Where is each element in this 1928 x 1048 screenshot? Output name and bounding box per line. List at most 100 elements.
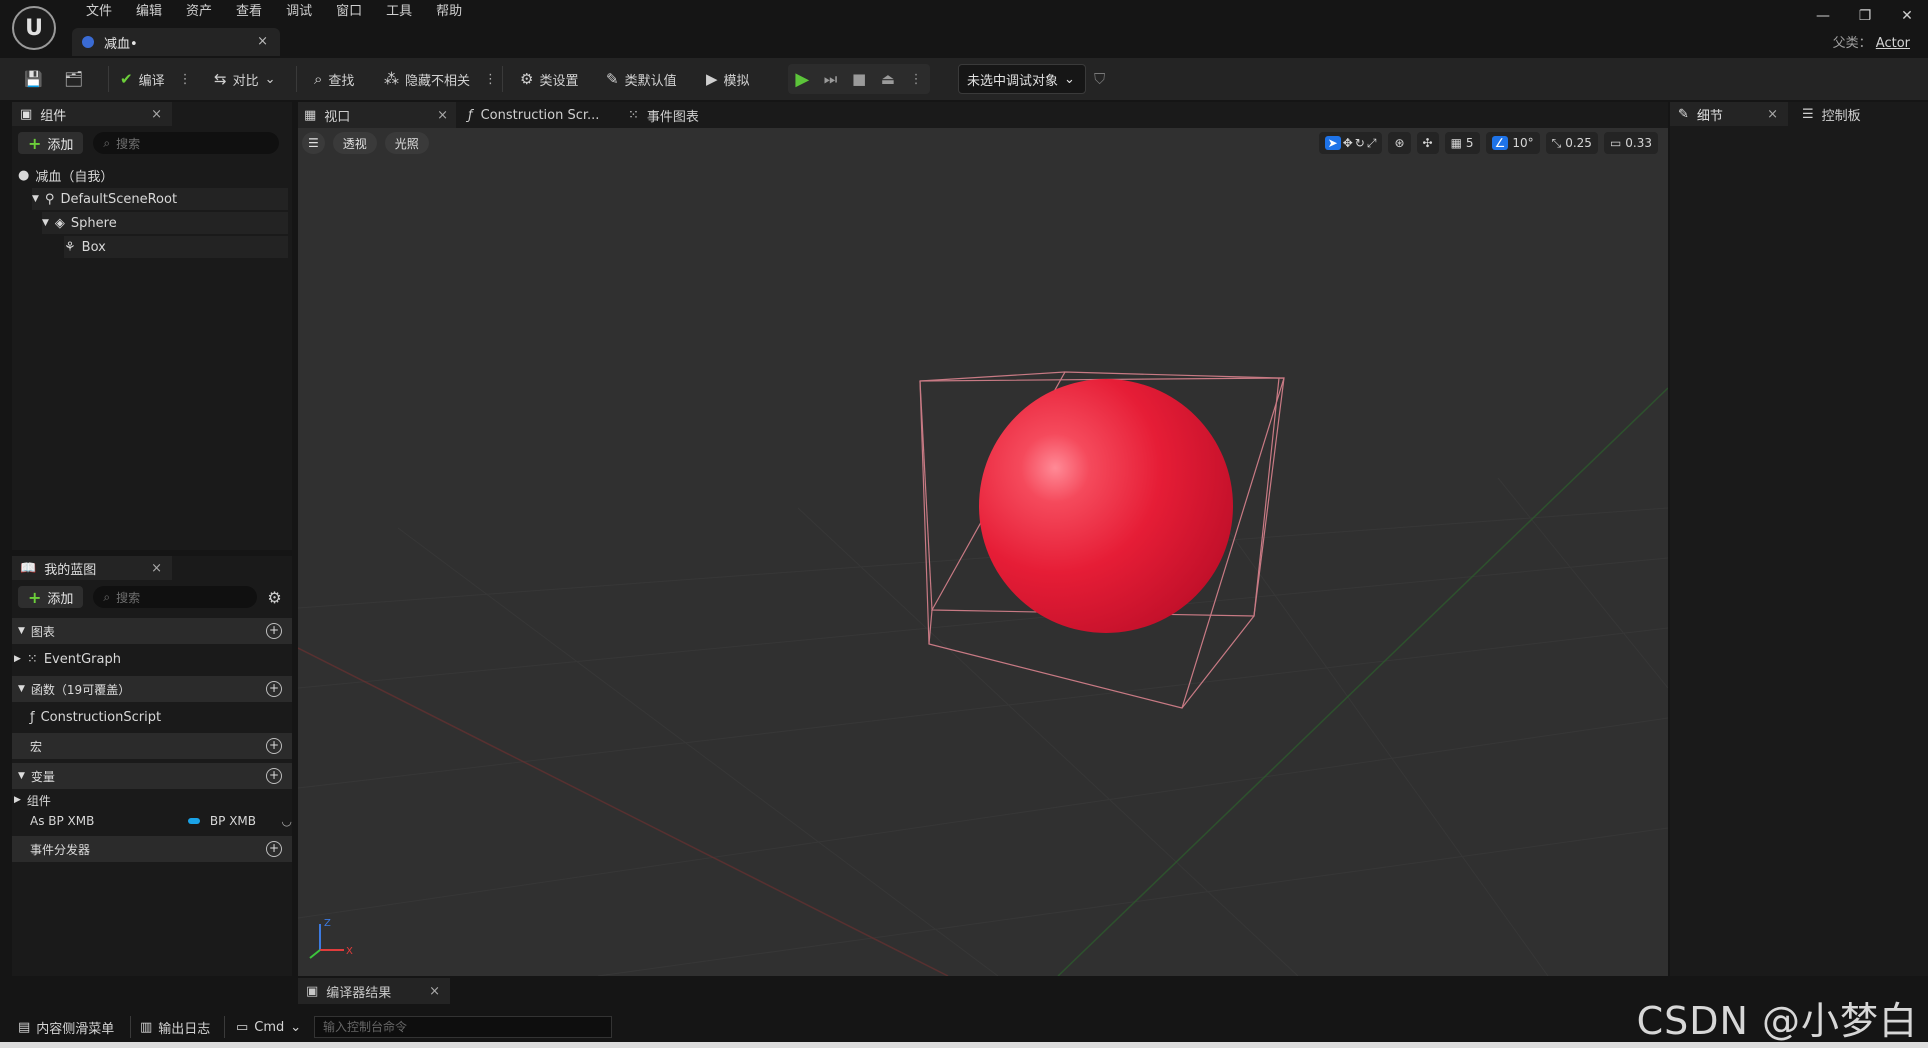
lit-button[interactable]: 光照 — [384, 132, 429, 154]
list-item-variable[interactable]: As BP XMB BP XMB ◡ — [30, 810, 292, 832]
add-graph-icon[interactable]: + — [266, 623, 282, 639]
list-item-event-graph[interactable]: ▶ ⁙ EventGraph — [14, 648, 121, 670]
eject-icon[interactable]: ⏏ — [881, 70, 895, 88]
play-options-icon[interactable]: ⋮ — [910, 72, 923, 87]
close-panel-icon[interactable]: × — [151, 561, 162, 576]
add-macro-icon[interactable]: + — [266, 738, 282, 754]
sphere-mesh[interactable] — [979, 379, 1233, 633]
viewport[interactable]: Z X ☰ 透视 光照 ➤ ✥ ↻ ⤢ ⊛ ✣ ▦ 5 ∠ 10° ⤡ 0.25… — [298, 128, 1668, 976]
close-panel-icon[interactable]: × — [151, 107, 162, 122]
scale-snap-button[interactable]: ⤡ 0.25 — [1545, 132, 1598, 154]
tree-item-label: Box — [81, 239, 106, 255]
chevron-right-icon: ▶ — [14, 654, 21, 664]
tree-item-self[interactable]: ● 减血（自我） — [18, 164, 113, 186]
gear-icon: ⚙ — [520, 70, 534, 88]
close-tab-icon[interactable]: × — [1767, 107, 1778, 122]
tab-construction-script[interactable]: ƒ Construction Scr... — [468, 102, 599, 128]
parent-class-link[interactable]: Actor — [1876, 36, 1910, 51]
class-defaults-button[interactable]: ✎ 类默认值 — [606, 66, 677, 92]
minimize-button[interactable]: — — [1802, 0, 1844, 32]
book-icon: 📖 — [20, 560, 37, 576]
stop-icon[interactable]: ■ — [852, 70, 866, 88]
add-member-button[interactable]: + 添加 — [18, 586, 84, 608]
move-icon[interactable]: ✥ — [1343, 136, 1353, 150]
tab-palette[interactable]: ☰ 控制板 — [1802, 102, 1861, 126]
close-tab-icon[interactable]: × — [437, 108, 448, 123]
tree-item-box[interactable]: ⚘ Box — [64, 236, 288, 258]
menu-view[interactable]: 查看 — [224, 2, 274, 22]
actor-icon: ● — [18, 167, 30, 183]
world-local-button[interactable]: ⊛ — [1388, 132, 1411, 154]
camera-speed-button[interactable]: ▭ 0.33 — [1603, 132, 1658, 154]
rotation-snap-button[interactable]: ∠ 10° — [1485, 132, 1540, 154]
list-item-construction-script[interactable]: ƒ ConstructionScript — [30, 706, 161, 728]
surface-snap-button[interactable]: ✣ — [1416, 132, 1439, 154]
tab-details[interactable]: ✎ 细节 × — [1670, 102, 1788, 126]
tab-compiler-results[interactable]: ▣ 编译器结果 × — [298, 978, 450, 1004]
section-variables[interactable]: ▼ 变量 + — [12, 763, 292, 789]
menu-window[interactable]: 窗口 — [324, 2, 374, 22]
section-dispatchers[interactable]: 事件分发器 + — [12, 836, 292, 862]
select-icon[interactable]: ➤ — [1324, 136, 1341, 150]
close-window-button[interactable]: ✕ — [1886, 0, 1928, 32]
perspective-button[interactable]: 透视 — [332, 132, 377, 154]
cmd-select[interactable]: ▭ Cmd ⌄ — [236, 1016, 301, 1038]
blueprint-search-input[interactable]: ⌕ 搜索 — [93, 586, 258, 608]
menu-asset[interactable]: 资产 — [174, 2, 224, 22]
add-function-icon[interactable]: + — [266, 681, 282, 697]
hide-unrelated-button[interactable]: ⁂ 隐藏不相关 ⋮ — [384, 66, 497, 92]
viewport-menu-button[interactable]: ☰ — [302, 132, 325, 154]
simulate-button[interactable]: ▶ 模拟 — [706, 66, 750, 92]
content-drawer-button[interactable]: ▤ 内容侧滑菜单 — [18, 1016, 114, 1038]
close-tab-icon[interactable]: × — [429, 984, 440, 999]
rotate-icon[interactable]: ↻ — [1355, 136, 1365, 150]
restore-button[interactable]: ❐ — [1844, 0, 1886, 32]
document-tab[interactable]: 减血• × — [72, 28, 280, 56]
components-tab[interactable]: ▣ 组件 × — [12, 102, 172, 126]
output-log-button[interactable]: ▥ 输出日志 — [140, 1016, 210, 1038]
add-variable-icon[interactable]: + — [266, 768, 282, 784]
gear-icon[interactable]: ⚙ — [267, 588, 281, 607]
step-icon[interactable]: ⏭ — [824, 70, 838, 88]
terminal-icon: ▭ — [236, 1019, 249, 1035]
compile-button[interactable]: ✔ 编译 ⋮ — [120, 66, 192, 92]
section-macros[interactable]: 宏 + — [12, 733, 292, 759]
hide-options-icon[interactable]: ⋮ — [484, 72, 497, 87]
unreal-logo-icon[interactable]: U — [12, 6, 56, 50]
add-dispatcher-icon[interactable]: + — [266, 841, 282, 857]
components-search-input[interactable]: ⌕ 搜索 — [93, 132, 280, 154]
tab-event-graph[interactable]: ⁙ 事件图表 — [628, 102, 699, 128]
debug-filter-button[interactable]: ⛉ — [1094, 66, 1105, 92]
tab-label: 细节 — [1696, 108, 1723, 124]
compile-options-icon[interactable]: ⋮ — [179, 72, 192, 87]
menu-help[interactable]: 帮助 — [424, 2, 474, 22]
class-settings-button[interactable]: ⚙ 类设置 — [520, 66, 578, 92]
browse-button[interactable]: 🗂 — [64, 66, 83, 92]
list-item-components-category[interactable]: ▶ 组件 — [14, 789, 51, 811]
play-icon[interactable]: ▶ — [795, 69, 809, 90]
eye-icon[interactable]: ◡ — [282, 814, 292, 828]
plus-icon: + — [28, 587, 42, 607]
menu-tools[interactable]: 工具 — [374, 2, 424, 22]
tab-viewport[interactable]: ▦ 视口 × — [298, 102, 456, 128]
components-icon: ▣ — [20, 106, 33, 122]
tab-label: 事件图表 — [646, 109, 699, 125]
console-input[interactable]: 输入控制台命令 — [314, 1016, 612, 1038]
grid-snap-button[interactable]: ▦ 5 — [1444, 132, 1480, 154]
close-tab-icon[interactable]: × — [257, 34, 268, 49]
debug-object-select[interactable]: 未选中调试对象 ⌄ — [958, 64, 1086, 94]
section-graphs[interactable]: ▼ 图表 + — [12, 618, 292, 644]
add-component-button[interactable]: + 添加 — [18, 132, 84, 154]
my-blueprint-tab[interactable]: 📖 我的蓝图 × — [12, 556, 172, 580]
find-button[interactable]: ⌕ 查找 — [314, 66, 354, 92]
menu-file[interactable]: 文件 — [74, 2, 124, 22]
save-button[interactable]: 💾 — [24, 66, 43, 92]
tree-item-sphere[interactable]: ▼ ◈ Sphere — [42, 212, 288, 234]
scale-icon[interactable]: ⤢ — [1367, 136, 1377, 151]
diff-button[interactable]: ⇆ 对比 ⌄ — [214, 66, 276, 92]
menu-edit[interactable]: 编辑 — [124, 2, 174, 22]
tree-item-default-scene-root[interactable]: ▼ ⚲ DefaultSceneRoot — [32, 188, 288, 210]
scale-snap-icon: ⤡ — [1551, 135, 1562, 150]
section-functions[interactable]: ▼ 函数（19可覆盖） + — [12, 676, 292, 702]
menu-debug[interactable]: 调试 — [274, 2, 324, 22]
